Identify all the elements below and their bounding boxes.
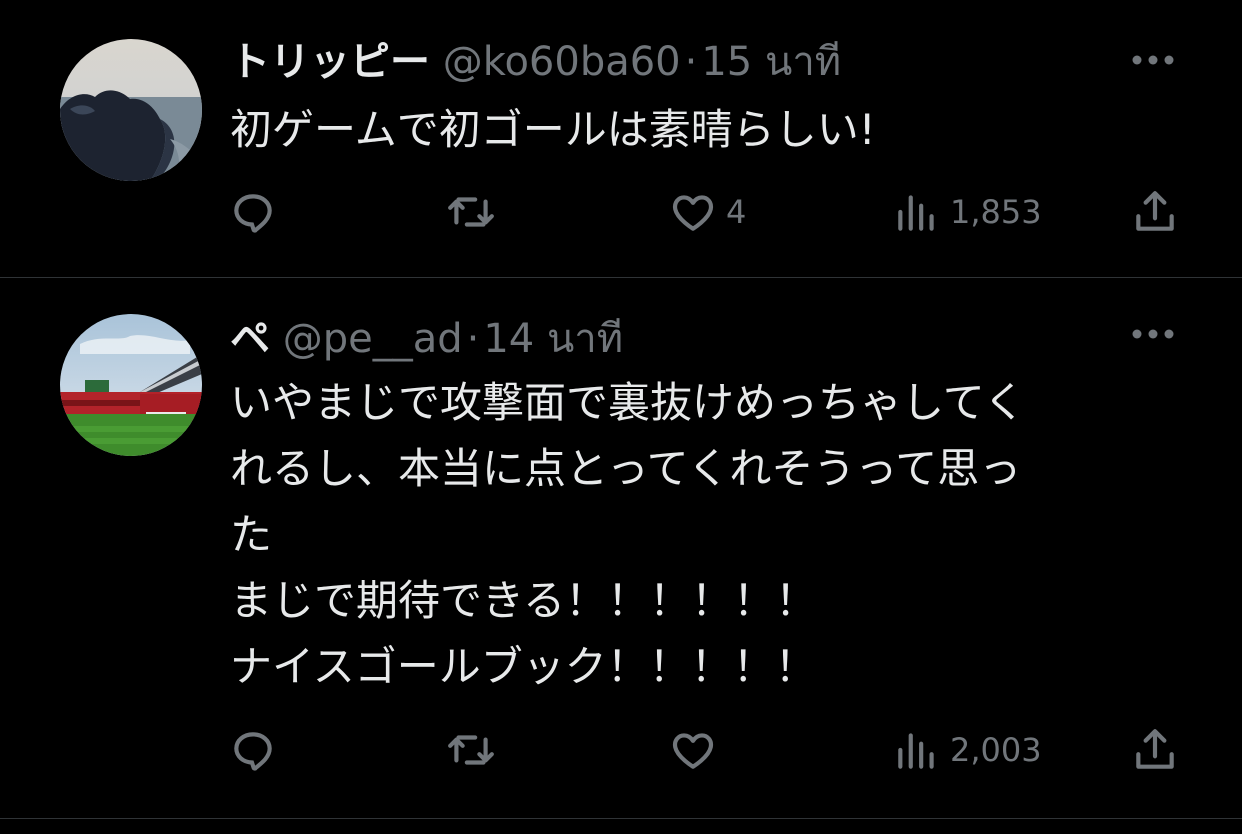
like-icon [672,195,714,231]
tweet-header: ペ @pe__ad · 14 นาที [230,315,623,363]
handle[interactable]: @ko60ba60 [443,39,681,85]
tweet[interactable]: ペ @pe__ad · 14 นาที いやまじで攻撃面で裏抜けめっちゃしてく れる… [0,279,1242,819]
tweet-header: トリッピー @ko60ba60 · 15 นาที [230,38,841,86]
like-button[interactable] [668,725,726,775]
display-name[interactable]: トリッピー [230,39,430,85]
avatar-image [60,39,202,181]
display-name[interactable]: ペ [230,316,270,362]
share-button[interactable] [1130,187,1180,237]
retweet-icon [448,735,494,765]
reply-icon [234,194,272,233]
action-bar: 4 1,853 [0,187,1242,237]
tweet-text: 初ゲームで初ゴールは素晴らしい! [230,105,876,154]
handle[interactable]: @pe__ad [283,316,463,362]
reply-icon [234,732,272,771]
share-button[interactable] [1130,725,1180,775]
avatar[interactable] [60,39,202,181]
views-icon [898,733,934,769]
share-icon [1136,191,1174,231]
reply-button[interactable] [228,187,278,237]
views-button[interactable]: 2,003 [892,725,1042,775]
view-count: 1,853 [950,193,1042,231]
more-icon[interactable] [1130,53,1176,67]
action-bar: 2,003 [0,725,1242,775]
views-button[interactable]: 1,853 [892,187,1042,237]
retweet-button[interactable] [446,187,496,237]
like-button[interactable]: 4 [668,187,746,237]
tweet-text: いやまじで攻撃面で裏抜けめっちゃしてく れるし、本当に点とってくれそうって思っ … [230,378,1026,691]
separator: · [684,39,698,85]
tweet[interactable]: トリッピー @ko60ba60 · 15 นาที 初ゲームで初ゴールは素晴らしい!… [0,0,1242,278]
view-count: 2,003 [950,731,1042,769]
views-icon [898,195,934,231]
like-icon [672,733,714,769]
timestamp[interactable]: 14 นาที [483,316,623,362]
share-icon [1136,729,1174,769]
retweet-icon [448,197,494,227]
reply-button[interactable] [228,725,278,775]
separator: · [466,316,480,362]
avatar-image [60,314,202,456]
like-count: 4 [726,193,747,231]
retweet-button[interactable] [446,725,496,775]
timestamp[interactable]: 15 นาที [701,39,841,85]
avatar[interactable] [60,314,202,456]
more-icon[interactable] [1130,327,1176,341]
